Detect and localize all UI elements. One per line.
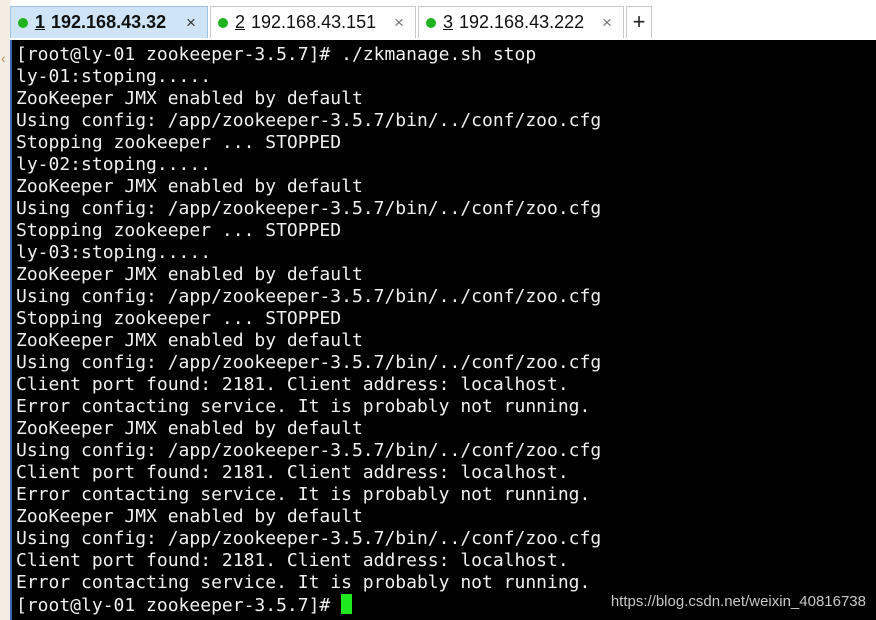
tab-host-label: 192.168.43.32 [51,12,167,32]
terminal-line: ly-03:stoping..... [16,242,212,263]
tab-number: 1 [35,12,46,32]
tab-session-2[interactable]: 2 192.168.43.151 × [210,6,416,38]
terminal-line: Using config: /app/zookeeper-3.5.7/bin/.… [16,440,602,461]
collapse-arrow-icon[interactable]: ‹ [1,44,9,72]
close-icon[interactable]: × [599,13,615,33]
terminal-line: ZooKeeper JMX enabled by default [16,418,363,439]
tab-session-1[interactable]: 1 192.168.43.32 × [10,6,208,38]
terminal-line: Using config: /app/zookeeper-3.5.7/bin/.… [16,110,602,131]
watermark: https://blog.csdn.net/weixin_40816738 [610,593,866,610]
tab-host-label: 192.168.43.222 [459,12,585,32]
close-icon[interactable]: × [391,13,407,33]
terminal-line: [root@ly-01 zookeeper-3.5.7]# ./zkmanage… [16,44,537,65]
new-tab-button[interactable]: + [626,6,652,38]
terminal-line: Client port found: 2181. Client address:… [16,374,569,395]
terminal-line: ZooKeeper JMX enabled by default [16,88,363,109]
terminal-line: Client port found: 2181. Client address:… [16,550,569,571]
shell-prompt: [root@ly-01 zookeeper-3.5.7]# [16,595,342,616]
terminal-line: Error contacting service. It is probably… [16,396,591,417]
connected-status-icon [218,17,228,28]
terminal-line: Stopping zookeeper ... STOPPED [16,132,342,153]
tab-number: 2 [235,12,246,32]
terminal-line: ly-02:stoping..... [16,154,212,175]
close-icon[interactable]: × [183,13,199,33]
tab-number: 3 [443,12,454,32]
terminal-line: Error contacting service. It is probably… [16,484,591,505]
terminal-line: ZooKeeper JMX enabled by default [16,506,363,527]
terminal-line: Client port found: 2181. Client address:… [16,462,569,483]
terminal-line: Stopping zookeeper ... STOPPED [16,308,342,329]
terminal-line: ZooKeeper JMX enabled by default [16,264,363,285]
terminal-prompt-line[interactable]: [root@ly-01 zookeeper-3.5.7]# [16,594,601,616]
tab-session-3[interactable]: 3 192.168.43.222 × [418,6,624,38]
connected-status-icon [18,17,28,28]
side-panel-edge: ‹ [0,0,10,620]
terminal-line: ZooKeeper JMX enabled by default [16,330,363,351]
terminal-line: Using config: /app/zookeeper-3.5.7/bin/.… [16,352,602,373]
terminal-line: Stopping zookeeper ... STOPPED [16,220,342,241]
terminal-output: [root@ly-01 zookeeper-3.5.7]# ./zkmanage… [16,44,601,616]
text-cursor [341,594,353,614]
terminal-line: Using config: /app/zookeeper-3.5.7/bin/.… [16,198,602,219]
terminal-line: Using config: /app/zookeeper-3.5.7/bin/.… [16,528,602,549]
terminal-line: Error contacting service. It is probably… [16,572,591,593]
terminal-line: Using config: /app/zookeeper-3.5.7/bin/.… [16,286,602,307]
connected-status-icon [426,17,436,28]
tab-host-label: 192.168.43.151 [251,12,377,32]
terminal-window[interactable]: [root@ly-01 zookeeper-3.5.7]# ./zkmanage… [10,40,876,620]
terminal-line: ZooKeeper JMX enabled by default [16,176,363,197]
terminal-line: ly-01:stoping..... [16,66,212,87]
tab-bar: 1 192.168.43.32 × 2 192.168.43.151 × 3 1… [0,0,876,40]
